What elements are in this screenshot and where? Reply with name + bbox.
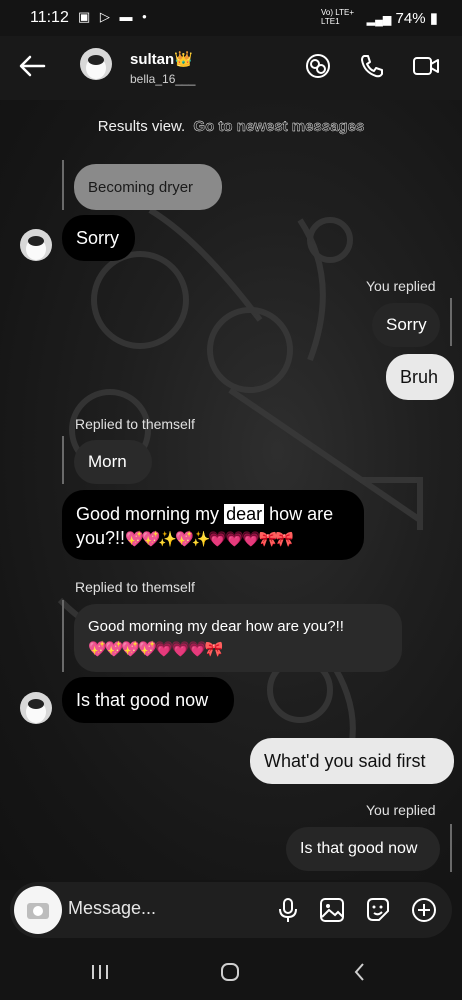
sticker-icon[interactable] — [364, 896, 392, 924]
reply-indicator — [450, 824, 452, 872]
message-input[interactable]: Message... — [68, 898, 156, 919]
message-text: Is that good now — [76, 689, 209, 710]
message-bubble-incoming[interactable]: Sorry — [62, 215, 135, 261]
add-icon[interactable] — [410, 896, 438, 924]
camera-icon — [27, 903, 49, 919]
quoted-text: Morn — [88, 452, 127, 471]
emoji-sequence: 💖💖✨💖✨💗💗💗🎀🎀 — [125, 530, 294, 548]
reply-indicator — [450, 298, 452, 346]
reply-label: Replied to themself — [75, 579, 195, 595]
recent-apps-icon[interactable] — [88, 960, 112, 984]
quoted-message[interactable]: Is that good now — [286, 827, 440, 871]
message-text: Sorry — [76, 227, 120, 248]
message-text: how are — [264, 504, 334, 524]
system-nav-bar — [0, 940, 462, 1000]
status-bar: 11:12 ▣ ▷ ▬ • Vo) LTE+ LTE1 ▂▄▆ 74% ▮ — [0, 0, 462, 36]
quoted-message[interactable]: Sorry — [372, 303, 440, 347]
message-bubble-outgoing[interactable]: Bruh — [386, 354, 454, 400]
camera-button[interactable] — [14, 886, 62, 934]
message-bubble-outgoing[interactable]: What'd you said first — [250, 738, 454, 784]
quoted-text: Good morning my dear how are you?!! — [88, 618, 344, 635]
contact-name[interactable]: sultan👑 — [130, 50, 193, 68]
quoted-text: Sorry — [386, 315, 427, 334]
chat-header: sultan👑 bella_16___ — [0, 36, 462, 100]
message-bubble-incoming[interactable]: Is that good now — [62, 677, 234, 723]
results-bar: Results view. Go to newest messages — [0, 118, 462, 135]
results-label: Results view. — [97, 118, 186, 135]
newest-messages-link[interactable]: Go to newest messages — [193, 118, 364, 135]
message-text: Good morning my — [76, 504, 225, 524]
highlighted-search-term: dear — [224, 504, 265, 524]
nav-back-icon[interactable] — [348, 960, 372, 984]
contact-username[interactable]: bella_16___ — [130, 72, 195, 86]
sender-avatar[interactable] — [20, 229, 52, 261]
theme-icon[interactable] — [304, 52, 332, 80]
contact-avatar[interactable] — [80, 48, 112, 80]
network-indicator: Vo) LTE+ LTE1 — [321, 8, 354, 26]
quoted-text: Becoming dryer — [88, 178, 194, 196]
reply-label: You replied — [366, 278, 436, 294]
microphone-icon[interactable] — [274, 896, 302, 924]
reply-indicator — [62, 160, 64, 210]
video-call-icon[interactable] — [412, 52, 440, 80]
back-arrow-icon[interactable] — [16, 50, 48, 82]
reply-label: Replied to themself — [75, 416, 195, 432]
battery-status: ▂▄▆ 74% ▮ — [366, 10, 438, 27]
message-bubble-incoming[interactable]: Good morning my dear how are you?!!💖💖✨💖✨… — [62, 490, 364, 560]
gallery-icon[interactable] — [318, 896, 346, 924]
battery-percent: 74% — [395, 10, 426, 27]
message-text: What'd you said first — [264, 750, 426, 771]
phone-icon[interactable] — [358, 52, 386, 80]
sender-avatar[interactable] — [20, 692, 52, 724]
message-text: you?!! — [76, 528, 126, 548]
reply-indicator — [62, 600, 64, 672]
reply-label: You replied — [366, 802, 436, 818]
quoted-message[interactable]: Becoming dryer — [74, 164, 222, 210]
notification-icons: ▣ ▷ ▬ • — [78, 9, 150, 24]
message-text: Bruh — [400, 366, 439, 387]
quoted-message[interactable]: Good morning my dear how are you?!! 💖💖💖💖… — [74, 604, 402, 672]
emoji-sequence: 💖💖💖💖💗💗💗🎀 — [88, 640, 223, 658]
status-time: 11:12 — [30, 9, 69, 26]
message-composer: Message... — [10, 882, 452, 938]
reply-indicator — [62, 436, 64, 484]
home-icon[interactable] — [218, 960, 242, 984]
battery-icon: ▮ — [429, 10, 438, 27]
quoted-text: Is that good now — [300, 840, 418, 857]
quoted-message[interactable]: Morn — [74, 440, 152, 484]
